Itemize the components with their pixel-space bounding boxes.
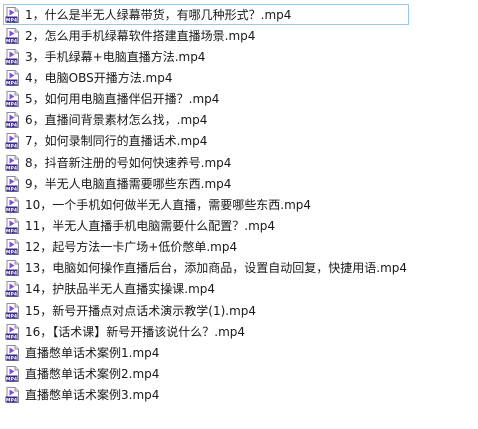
file-item[interactable]: MP4 直播憋单话术案例3.mp4 <box>3 385 473 406</box>
svg-text:MP4: MP4 <box>6 355 17 361</box>
file-item[interactable]: MP4 4，电脑OBS开播方法.mp4 <box>3 67 473 88</box>
mp4-video-file-icon: MP4 <box>5 48 21 65</box>
mp4-video-file-icon: MP4 <box>5 112 21 129</box>
mp4-video-file-icon: MP4 <box>5 344 21 361</box>
file-item[interactable]: MP4 15，新号开播点对点话术演示教学(1).mp4 <box>3 300 473 321</box>
mp4-video-file-icon: MP4 <box>5 323 21 340</box>
file-name: 2，怎么用手机绿幕软件搭建直播场景.mp4 <box>25 28 256 43</box>
file-item[interactable]: MP4 直播憋单话术案例2.mp4 <box>3 363 473 384</box>
mp4-video-file-icon: MP4 <box>5 6 21 23</box>
file-item[interactable]: MP4 10，一个手机如何做半无人直播，需要哪些东西.mp4 <box>3 194 473 215</box>
mp4-video-file-icon: MP4 <box>5 302 21 319</box>
mp4-video-file-icon: MP4 <box>5 387 21 404</box>
svg-text:MP4: MP4 <box>6 207 17 213</box>
mp4-video-file-icon: MP4 <box>5 365 21 382</box>
file-name: 直播憋单话术案例1.mp4 <box>25 345 160 360</box>
mp4-video-file-icon: MP4 <box>5 154 21 171</box>
svg-text:MP4: MP4 <box>6 228 17 234</box>
mp4-video-file-icon: MP4 <box>5 69 21 86</box>
svg-text:MP4: MP4 <box>6 59 17 65</box>
file-item[interactable]: MP4 2，怎么用手机绿幕软件搭建直播场景.mp4 <box>3 25 473 46</box>
file-list: MP4 1，什么是半无人绿幕带货，有哪几种形式？.mp4 MP4 2，怎么用手机绿幕软… <box>3 4 473 406</box>
file-item[interactable]: MP4 5，如何用电脑直播伴侣开播？.mp4 <box>3 89 473 110</box>
mp4-video-file-icon: MP4 <box>5 27 21 44</box>
svg-text:MP4: MP4 <box>6 186 17 192</box>
file-name: 10，一个手机如何做半无人直播，需要哪些东西.mp4 <box>25 197 312 212</box>
mp4-video-file-icon: MP4 <box>5 133 21 150</box>
file-item[interactable]: MP4 11，半无人直播手机电脑需要什么配置？.mp4 <box>3 215 473 236</box>
mp4-video-file-icon: MP4 <box>5 281 21 298</box>
svg-text:MP4: MP4 <box>6 38 17 44</box>
svg-text:MP4: MP4 <box>6 250 17 256</box>
file-name: 直播憋单话术案例3.mp4 <box>25 388 160 403</box>
file-name: 4，电脑OBS开播方法.mp4 <box>25 70 173 85</box>
file-name: 15，新号开播点对点话术演示教学(1).mp4 <box>25 303 257 318</box>
svg-text:MP4: MP4 <box>6 313 17 319</box>
file-item[interactable]: MP4 直播憋单话术案例1.mp4 <box>3 342 473 363</box>
file-name: 1，什么是半无人绿幕带货，有哪几种形式？.mp4 <box>25 7 292 22</box>
svg-text:MP4: MP4 <box>6 144 17 150</box>
svg-text:MP4: MP4 <box>6 102 17 108</box>
file-name: 11，半无人直播手机电脑需要什么配置？.mp4 <box>25 218 276 233</box>
svg-text:MP4: MP4 <box>6 271 17 277</box>
file-name: 3，手机绿幕+电脑直播方法.mp4 <box>25 49 206 64</box>
file-item[interactable]: MP4 16，【话术课】新号开播该说什么？.mp4 <box>3 321 473 342</box>
file-name: 直播憋单话术案例2.mp4 <box>25 366 160 381</box>
file-item[interactable]: MP4 1，什么是半无人绿幕带货，有哪几种形式？.mp4 <box>3 4 409 26</box>
file-name: 7，如何录制同行的直播话术.mp4 <box>25 134 208 149</box>
file-name: 12，起号方法一卡广场+低价憋单.mp4 <box>25 240 238 255</box>
file-item[interactable]: MP4 7，如何录制同行的直播话术.mp4 <box>3 131 473 152</box>
mp4-video-file-icon: MP4 <box>5 217 21 234</box>
svg-text:MP4: MP4 <box>6 80 17 86</box>
file-name: 6，直播间背景素材怎么找，.mp4 <box>25 113 208 128</box>
mp4-video-file-icon: MP4 <box>5 91 21 108</box>
svg-text:MP4: MP4 <box>6 397 17 403</box>
file-name: 9，半无人电脑直播需要哪些东西.mp4 <box>25 176 232 191</box>
file-name: 14，护肤品半无人直播实操课.mp4 <box>25 282 216 297</box>
svg-text:MP4: MP4 <box>6 165 17 171</box>
mp4-video-file-icon: MP4 <box>5 175 21 192</box>
file-item[interactable]: MP4 12，起号方法一卡广场+低价憋单.mp4 <box>3 237 473 258</box>
file-name: 8，抖音新注册的号如何快速养号.mp4 <box>25 155 232 170</box>
file-name: 16，【话术课】新号开播该说什么？.mp4 <box>25 324 246 339</box>
svg-text:MP4: MP4 <box>6 123 17 129</box>
svg-text:MP4: MP4 <box>6 17 17 23</box>
svg-text:MP4: MP4 <box>6 334 17 340</box>
file-item[interactable]: MP4 3，手机绿幕+电脑直播方法.mp4 <box>3 46 473 67</box>
file-item[interactable]: MP4 14，护肤品半无人直播实操课.mp4 <box>3 279 473 300</box>
file-name: 13，电脑如何操作直播后台，添加商品，设置自动回复，快捷用语.mp4 <box>25 261 408 276</box>
mp4-video-file-icon: MP4 <box>5 196 21 213</box>
file-item[interactable]: MP4 6，直播间背景素材怎么找，.mp4 <box>3 110 473 131</box>
svg-text:MP4: MP4 <box>6 376 17 382</box>
file-item[interactable]: MP4 9，半无人电脑直播需要哪些东西.mp4 <box>3 173 473 194</box>
mp4-video-file-icon: MP4 <box>5 260 21 277</box>
file-item[interactable]: MP4 13，电脑如何操作直播后台，添加商品，设置自动回复，快捷用语.mp4 <box>3 258 473 279</box>
file-name: 5，如何用电脑直播伴侣开播？.mp4 <box>25 92 220 107</box>
svg-text:MP4: MP4 <box>6 292 17 298</box>
mp4-video-file-icon: MP4 <box>5 239 21 256</box>
file-item[interactable]: MP4 8，抖音新注册的号如何快速养号.mp4 <box>3 152 473 173</box>
